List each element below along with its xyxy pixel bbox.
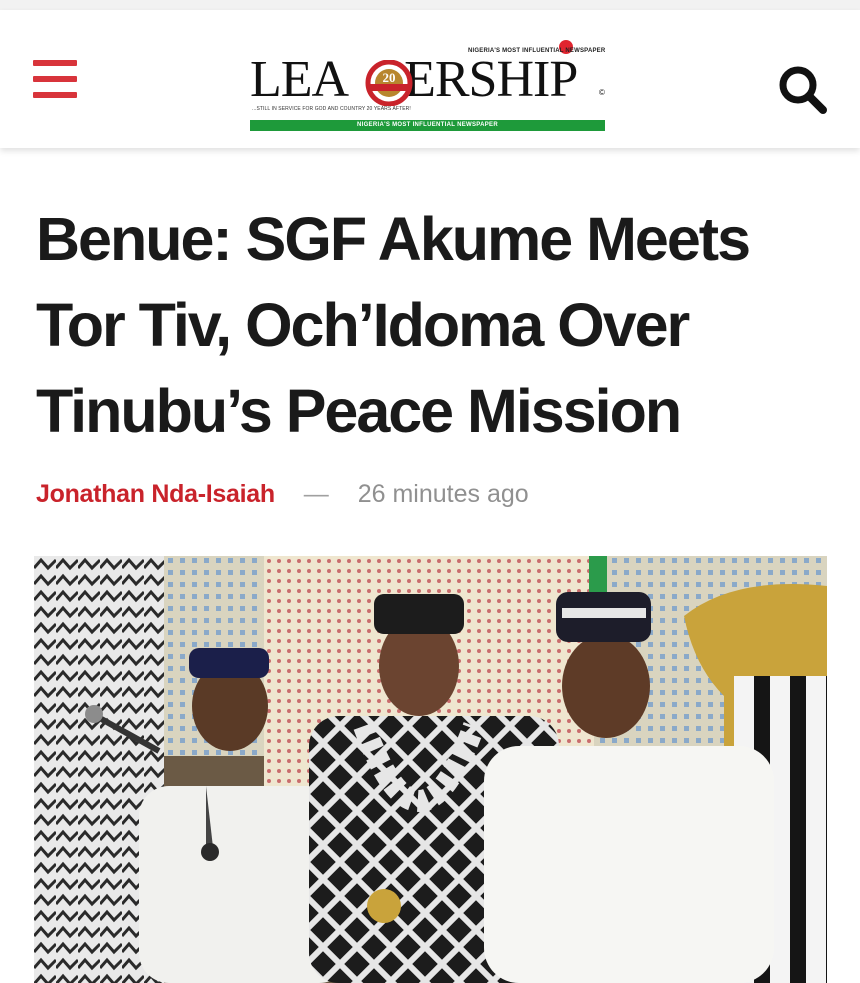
logo-green-bar: NIGERIA'S MOST INFLUENTIAL NEWSPAPER bbox=[250, 120, 605, 131]
article-title: Benue: SGF Akume Meets Tor Tiv, Och’Idom… bbox=[36, 205, 751, 445]
logo-registered-mark: © bbox=[599, 88, 605, 97]
article-featured-image[interactable] bbox=[34, 556, 827, 983]
menu-bar bbox=[33, 92, 77, 98]
anniversary-emblem-icon: 20 bbox=[365, 60, 413, 106]
svg-text:20: 20 bbox=[383, 70, 396, 85]
hamburger-menu-icon[interactable] bbox=[33, 60, 77, 98]
menu-bar bbox=[33, 60, 77, 66]
status-strip bbox=[0, 0, 860, 10]
search-icon[interactable] bbox=[776, 64, 830, 118]
site-header: NIGERIA'S MOST INFLUENTIAL NEWSPAPER LEA… bbox=[0, 10, 860, 148]
author-link[interactable]: Jonathan Nda-Isaiah bbox=[36, 480, 275, 508]
logo-tagline: ...STILL IN SERVICE FOR GOD AND COUNTRY … bbox=[252, 106, 411, 112]
featured-photo-illustration bbox=[34, 556, 827, 983]
published-time: 26 minutes ago bbox=[357, 480, 529, 508]
article-byline: Jonathan Nda-Isaiah — 26 minutes ago bbox=[36, 480, 529, 514]
site-logo[interactable]: NIGERIA'S MOST INFLUENTIAL NEWSPAPER LEA… bbox=[250, 40, 610, 131]
byline-separator: — bbox=[303, 480, 329, 508]
menu-bar bbox=[33, 76, 77, 82]
